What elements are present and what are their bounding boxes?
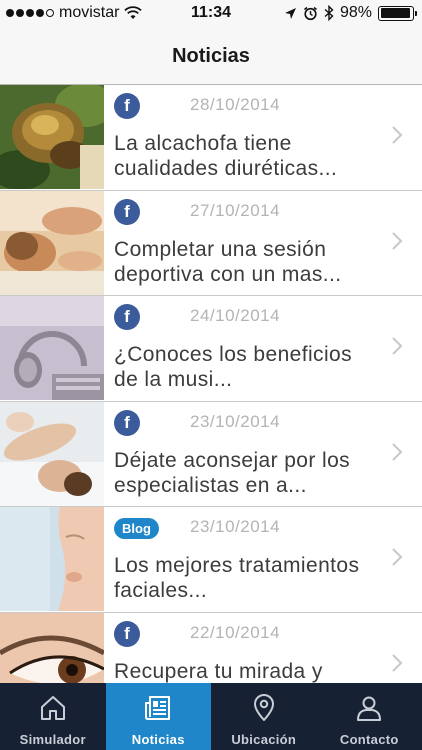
news-thumbnail-headphones	[0, 296, 104, 400]
news-item[interactable]: Blog 23/10/2014 Los mejores tratamientos…	[0, 507, 422, 613]
news-thumbnail-eye	[0, 612, 104, 683]
news-title: Recupera tu mirada y	[114, 659, 323, 683]
battery-level	[380, 8, 411, 18]
home-icon	[40, 696, 65, 720]
chevron-right-icon	[392, 231, 403, 250]
facebook-icon: f	[114, 620, 140, 647]
news-thumbnail-massage	[0, 190, 104, 295]
tab-simulador[interactable]: Simulador	[0, 683, 106, 750]
news-meta: Blog 23/10/2014	[114, 515, 422, 541]
news-content: f 24/10/2014 ¿Conoces los beneficios de …	[104, 296, 422, 401]
chevron-right-icon	[392, 653, 403, 672]
news-date: 27/10/2014	[190, 200, 281, 220]
news-content: f 28/10/2014 La alcachofa tiene cualidad…	[104, 85, 422, 190]
news-meta: f 24/10/2014	[114, 304, 422, 330]
facebook-icon: f	[114, 409, 140, 436]
news-date: 22/10/2014	[190, 622, 281, 642]
news-title: Déjate aconsejar por los especialistas e…	[114, 448, 351, 497]
news-item[interactable]: f 28/10/2014 La alcachofa tiene cualidad…	[0, 85, 422, 191]
battery-icon	[378, 5, 417, 21]
facebook-icon: f	[114, 93, 140, 119]
tab-label: Contacto	[339, 732, 399, 747]
news-meta: f 27/10/2014	[114, 198, 422, 225]
battery-percent: 98%	[339, 4, 372, 21]
news-content: f 22/10/2014 Recupera tu mirada y	[104, 613, 422, 684]
news-title: La alcachofa tiene cualidades diuréticas…	[114, 132, 338, 180]
news-item[interactable]: f 22/10/2014 Recupera tu mirada y	[0, 612, 422, 684]
alarm-clock-icon	[303, 6, 317, 20]
chevron-right-icon	[392, 337, 403, 355]
chevron-right-icon	[392, 548, 403, 566]
page-title: Noticias	[172, 44, 250, 67]
news-content: Blog 23/10/2014 Los mejores tratamientos…	[104, 507, 422, 612]
news-item[interactable]: f 27/10/2014 Completar una sesión deport…	[0, 190, 422, 296]
news-title: Los mejores tratamientos faciales...	[114, 554, 360, 602]
chevron-right-icon	[392, 442, 403, 461]
tab-label: Ubicación	[231, 732, 297, 747]
location-pin-icon	[253, 694, 274, 721]
news-meta: f 23/10/2014	[114, 409, 422, 436]
tab-label: Noticias	[131, 732, 185, 747]
news-date: 23/10/2014	[190, 517, 281, 536]
news-content: f 27/10/2014 Completar una sesión deport…	[104, 191, 422, 296]
news-date: 23/10/2014	[190, 411, 281, 431]
tab-noticias[interactable]: Noticias	[105, 683, 211, 750]
news-thumbnail-face	[0, 507, 104, 611]
tab-bar: Simulador Noticias Ubicación Contacto	[0, 683, 422, 750]
location-arrow-icon	[284, 7, 296, 19]
tab-ubicacion[interactable]: Ubicación	[211, 683, 317, 750]
newspaper-icon	[145, 696, 171, 720]
news-meta: f 22/10/2014	[114, 620, 422, 647]
chevron-right-icon	[392, 126, 403, 144]
bluetooth-icon	[324, 5, 334, 21]
news-item[interactable]: f 23/10/2014 Déjate aconsejar por los es…	[0, 401, 422, 507]
status-bar: movistar 11:34 98%	[0, 0, 422, 28]
status-right: 98%	[284, 4, 417, 22]
person-icon	[357, 696, 382, 721]
news-content: f 23/10/2014 Déjate aconsejar por los es…	[104, 402, 422, 507]
news-item[interactable]: f 24/10/2014 ¿Conoces los beneficios de …	[0, 296, 422, 402]
news-date: 24/10/2014	[190, 306, 281, 325]
news-thumbnail-artichoke	[0, 85, 104, 189]
navigation-bar: Noticias	[0, 28, 422, 85]
tab-contacto[interactable]: Contacto	[317, 683, 422, 750]
tab-label: Simulador	[19, 732, 86, 747]
news-date: 28/10/2014	[190, 95, 281, 114]
blog-badge: Blog	[114, 518, 159, 539]
news-meta: f 28/10/2014	[114, 93, 422, 119]
news-thumbnail-relaxing-woman	[0, 401, 104, 506]
facebook-icon: f	[114, 198, 140, 225]
news-list[interactable]: f 28/10/2014 La alcachofa tiene cualidad…	[0, 85, 422, 683]
news-title: Completar una sesión deportiva con un ma…	[114, 237, 342, 286]
news-title: ¿Conoces los beneficios de la musi...	[114, 343, 352, 391]
facebook-icon: f	[114, 304, 140, 330]
